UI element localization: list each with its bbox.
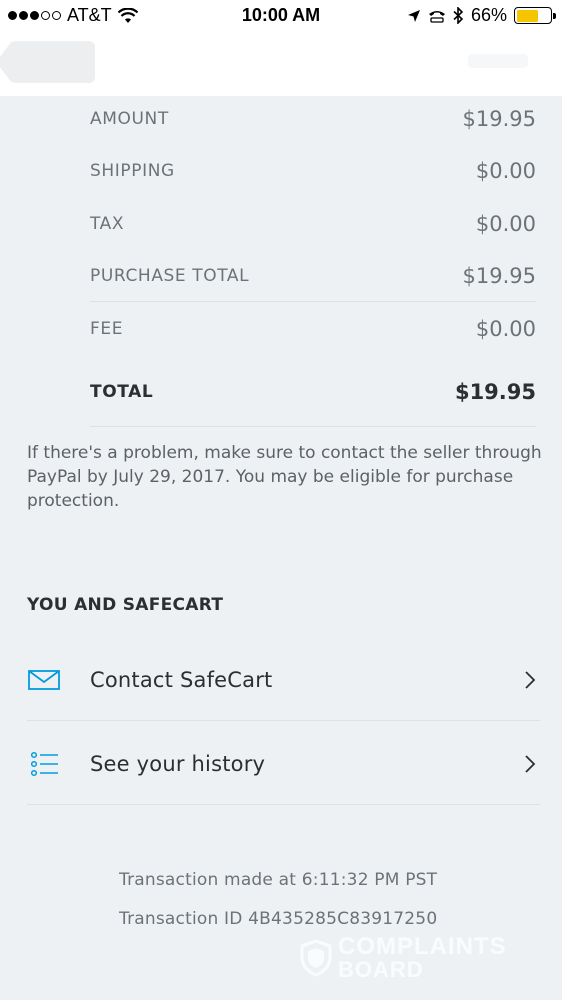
back-button[interactable] — [0, 41, 95, 83]
mail-icon — [27, 668, 61, 692]
tax-value: $0.00 — [475, 212, 536, 236]
summary-row-purchase-total: PURCHASE TOTAL $19.95 — [90, 256, 536, 296]
status-right: 66% — [407, 5, 556, 26]
list-icon — [27, 751, 61, 777]
fee-label: FEE — [90, 319, 124, 339]
fee-value: $0.00 — [475, 317, 536, 341]
tax-label: TAX — [90, 214, 125, 234]
nav-action-placeholder — [468, 54, 528, 68]
status-bar: AT&T 10:00 AM 66% — [0, 0, 562, 32]
tty-icon — [428, 10, 445, 23]
bluetooth-icon — [453, 7, 464, 24]
history-row[interactable]: See your history — [27, 722, 540, 806]
action-divider — [27, 804, 540, 805]
location-icon — [407, 9, 420, 22]
watermark-line2: BOARD — [338, 957, 424, 982]
purchase-total-value: $19.95 — [462, 264, 536, 288]
section-heading: YOU AND SAFECART — [27, 595, 224, 615]
purchase-protection-notice: If there's a problem, make sure to conta… — [27, 443, 542, 511]
watermark: COMPLAINTS BOARD — [300, 935, 507, 981]
battery-percent: 66% — [470, 5, 507, 25]
summary-row-fee: FEE $0.00 — [90, 309, 536, 349]
amount-value: $19.95 — [462, 107, 536, 131]
chevron-right-icon — [522, 668, 538, 692]
nav-bar — [0, 32, 562, 96]
purchase-total-label: PURCHASE TOTAL — [90, 266, 250, 286]
chevron-right-icon — [522, 752, 538, 776]
contact-merchant-label: Contact SafeCart — [90, 668, 273, 692]
total-value: $19.95 — [454, 380, 536, 404]
shipping-value: $0.00 — [475, 159, 536, 183]
battery-icon — [514, 7, 556, 24]
shipping-label: SHIPPING — [90, 161, 175, 181]
contact-merchant-row[interactable]: Contact SafeCart — [27, 638, 540, 722]
transaction-id: Transaction ID 4B435285C83917250 — [119, 909, 438, 929]
summary-row-shipping: SHIPPING $0.00 — [90, 151, 536, 191]
summary-row-amount: AMOUNT $19.95 — [90, 99, 536, 139]
shield-icon — [300, 939, 332, 977]
summary-divider — [90, 301, 536, 302]
transaction-time: Transaction made at 6:11:32 PM PST — [119, 870, 438, 890]
summary-row-tax: TAX $0.00 — [90, 204, 536, 244]
amount-label: AMOUNT — [90, 109, 169, 129]
total-label: TOTAL — [90, 382, 154, 402]
history-label: See your history — [90, 752, 266, 776]
watermark-line1: COMPLAINTS — [338, 933, 507, 960]
total-divider — [90, 426, 536, 427]
summary-row-total: TOTAL $19.95 — [90, 372, 536, 412]
action-divider — [27, 720, 540, 721]
